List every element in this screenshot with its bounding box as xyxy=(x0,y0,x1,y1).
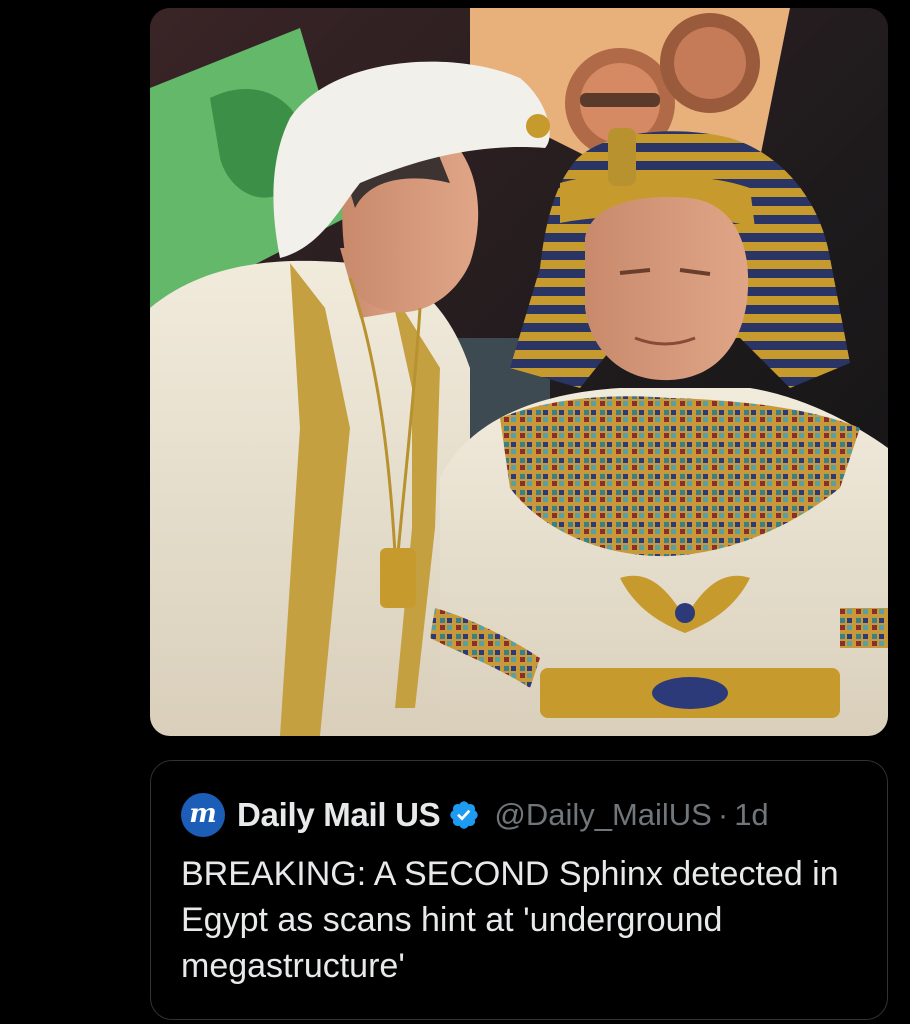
post-media-photo[interactable] xyxy=(150,8,888,736)
display-name[interactable]: Daily Mail US xyxy=(237,796,441,834)
quoted-post-header: m Daily Mail US @Daily_MailUS · 1d xyxy=(181,791,857,839)
verified-badge-icon xyxy=(450,801,479,829)
separator-dot: · xyxy=(717,797,729,832)
post-timestamp[interactable]: 1d xyxy=(734,797,768,833)
avatar-logo: m xyxy=(189,798,217,829)
user-handle[interactable]: @Daily_MailUS xyxy=(494,797,712,833)
avatar[interactable]: m xyxy=(181,793,225,837)
quoted-post-text: BREAKING: A SECOND Sphinx detected in Eg… xyxy=(181,855,839,985)
photo-illustration xyxy=(150,8,888,736)
quoted-post-card[interactable]: m Daily Mail US @Daily_MailUS · 1d BREAK… xyxy=(150,760,888,1020)
